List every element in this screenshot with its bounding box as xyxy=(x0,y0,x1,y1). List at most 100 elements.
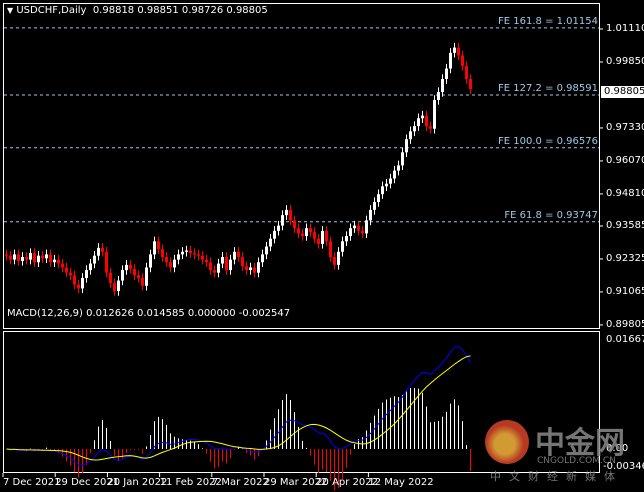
price-axis-label: 0.99850 xyxy=(606,55,644,67)
candle-body xyxy=(461,55,464,66)
price-axis-label: 0.91065 xyxy=(606,285,644,297)
candle-body xyxy=(93,255,96,264)
date-axis-label: 12 May 2022 xyxy=(368,477,434,488)
candle-body xyxy=(5,254,8,256)
candle-body xyxy=(13,254,16,260)
candle-body xyxy=(321,230,324,244)
candle-body xyxy=(377,194,380,203)
candle-body xyxy=(341,241,344,252)
logo-swirl-icon xyxy=(485,420,529,464)
candle-body xyxy=(69,272,72,276)
candle-body xyxy=(229,259,232,271)
candle-body xyxy=(357,225,360,231)
price-axis-label: 0.96070 xyxy=(606,154,644,166)
candle-body xyxy=(333,257,336,265)
candle-body xyxy=(161,249,164,258)
candle-body xyxy=(433,99,436,129)
candle-body xyxy=(193,253,196,255)
candle-body xyxy=(169,262,172,268)
fib-level-label: FE 127.2 = 0.98591 xyxy=(498,82,598,94)
date-axis-label: 20 Jan 2022 xyxy=(107,477,168,488)
candle-body xyxy=(37,255,40,263)
candle-body xyxy=(117,280,120,292)
candle-body xyxy=(81,277,84,289)
candle-body xyxy=(297,228,300,234)
candle-body xyxy=(249,267,252,271)
candle-body xyxy=(309,228,312,233)
candle-body xyxy=(425,115,428,127)
candle-body xyxy=(157,241,160,250)
candle-body xyxy=(265,246,268,255)
candle-body xyxy=(41,255,44,259)
candle-body xyxy=(261,254,264,263)
candle-body xyxy=(353,225,356,229)
candle-body xyxy=(449,52,452,69)
candle-body xyxy=(445,68,448,79)
logo-domain: CNGOLD.COM.CN xyxy=(537,456,616,466)
candle-body xyxy=(401,152,404,166)
candle-body xyxy=(293,220,296,229)
fib-level-label: FE 100.0 = 0.96576 xyxy=(498,135,598,147)
candle-body xyxy=(345,236,348,242)
candle-body xyxy=(209,262,212,271)
candle-body xyxy=(373,202,376,210)
candle-body xyxy=(389,178,392,184)
candle-body xyxy=(301,233,304,237)
candle-body xyxy=(97,247,100,256)
candle-body xyxy=(337,251,340,265)
symbol-label: USDCHF,Daily xyxy=(16,5,87,16)
candle-body xyxy=(453,47,456,53)
candle-body xyxy=(89,263,92,271)
candle-body xyxy=(305,228,308,237)
candle-body xyxy=(277,225,280,231)
candle-body xyxy=(365,220,368,234)
candle-body xyxy=(313,232,316,239)
candle-body xyxy=(457,47,460,56)
candle-body xyxy=(129,264,132,269)
macd-axis-top: 0.016673 xyxy=(606,334,644,345)
candle-body xyxy=(237,251,240,258)
candle-body xyxy=(141,277,144,286)
candle-body xyxy=(385,183,388,187)
candle-body xyxy=(125,264,128,271)
collapse-triangle-icon[interactable]: ▼ xyxy=(7,6,13,15)
price-axis-label: 0.93585 xyxy=(606,219,644,231)
candle-body xyxy=(281,215,284,226)
candle-body xyxy=(465,65,468,79)
candle-body xyxy=(361,230,364,234)
price-axis-label: 0.89805 xyxy=(606,318,644,330)
candle-body xyxy=(33,253,36,263)
candle-body xyxy=(113,283,116,292)
candle-body xyxy=(73,275,76,285)
candle-body xyxy=(173,259,176,268)
cngold-watermark: 中金网 CNGOLD.COM.CN 中文财经新媒体 xyxy=(485,418,635,492)
candle-body xyxy=(137,275,140,278)
price-axis-label: 0.97330 xyxy=(606,121,644,133)
candle-body xyxy=(85,270,88,278)
candle-body xyxy=(165,257,168,263)
ohlc-values: 0.98818 0.98851 0.98726 0.98805 xyxy=(92,5,268,16)
candle-body xyxy=(101,247,104,252)
candle-body xyxy=(429,126,432,129)
candle-body xyxy=(105,251,108,273)
candle-body xyxy=(181,251,184,255)
fib-level-label: FE 61.8 = 0.93747 xyxy=(504,209,598,221)
candle-body xyxy=(205,259,208,263)
macd-signal-line xyxy=(6,355,471,461)
date-axis-label: 7 Mar 2022 xyxy=(211,477,269,488)
candle-body xyxy=(29,253,32,260)
price-axis-label: 1.01110 xyxy=(606,23,644,34)
candle-body xyxy=(201,255,204,260)
candle-body xyxy=(177,254,180,260)
candle-body xyxy=(185,250,188,252)
price-axis-label: 0.94810 xyxy=(606,187,644,199)
candle-body xyxy=(269,238,272,247)
candle-body xyxy=(57,259,60,264)
date-axis-label: 7 Dec 2021 xyxy=(3,477,61,488)
candle-body xyxy=(65,267,68,273)
candle-body xyxy=(145,267,148,286)
candle-body xyxy=(17,254,20,261)
candle-body xyxy=(413,126,416,132)
candle-body xyxy=(469,79,472,90)
candle-body xyxy=(245,266,248,271)
